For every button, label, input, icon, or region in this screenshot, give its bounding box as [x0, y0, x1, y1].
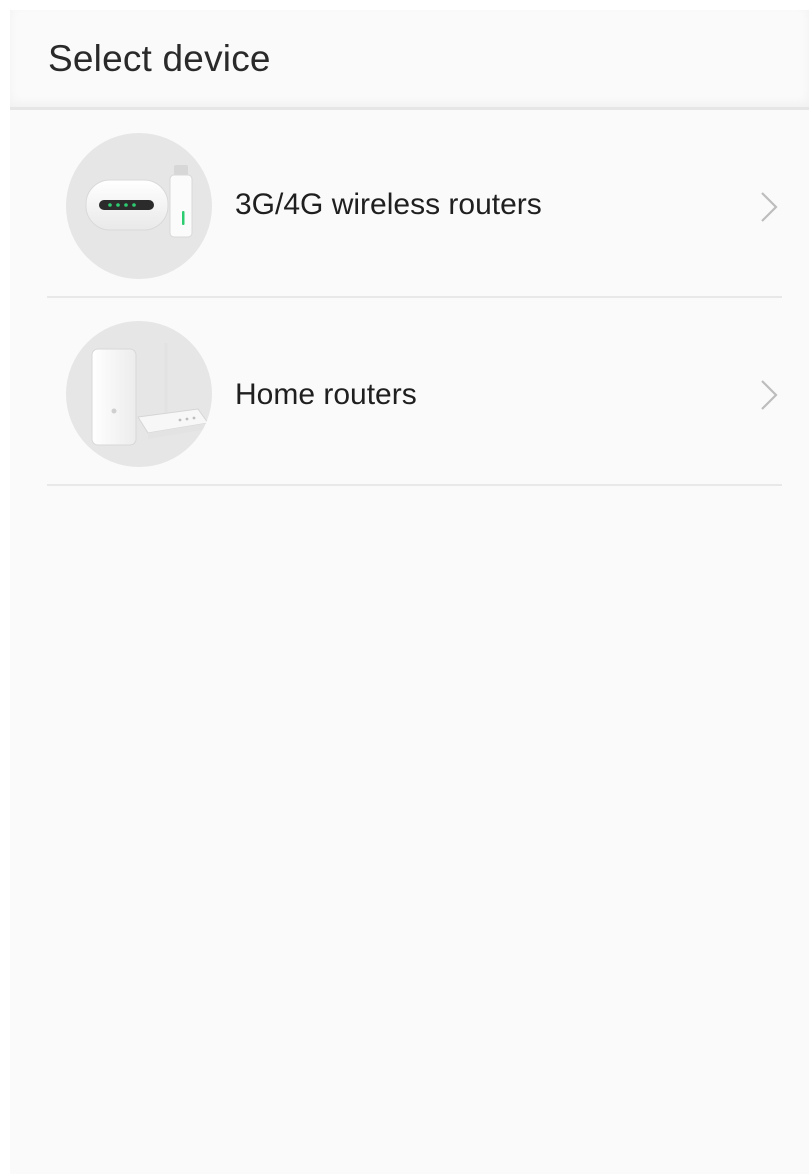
- chevron-right-icon: [761, 380, 778, 410]
- device-item-label: 3G/4G wireless routers: [235, 188, 542, 221]
- app-bar: Select device: [10, 10, 809, 110]
- home-router-icon: [66, 321, 212, 467]
- screen: Select device 3G/4G wireless routers Hom…: [10, 10, 809, 1174]
- device-list: 3G/4G wireless routers Home routers: [10, 110, 809, 486]
- device-item-home-router[interactable]: Home routers: [10, 298, 809, 486]
- divider: [47, 484, 782, 486]
- mobile-router-icon: [66, 133, 212, 279]
- device-item-label: Home routers: [235, 378, 417, 411]
- device-item-mobile-router[interactable]: 3G/4G wireless routers: [10, 110, 809, 298]
- chevron-right-icon: [761, 192, 778, 222]
- page-title: Select device: [48, 38, 271, 79]
